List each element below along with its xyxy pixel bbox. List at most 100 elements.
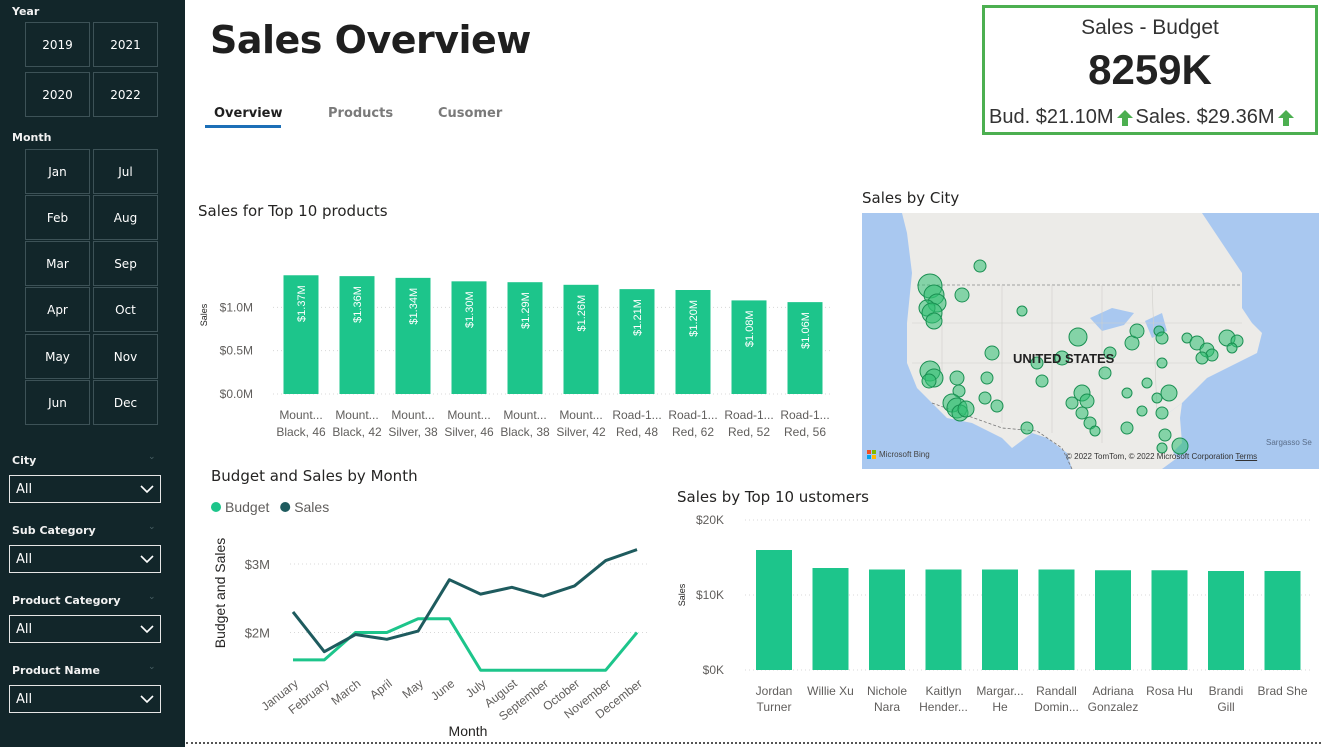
y-tick-label: $2M — [245, 625, 270, 640]
city-dropdown[interactable]: All — [9, 475, 161, 503]
map-point — [1158, 428, 1172, 442]
map-point — [1195, 351, 1209, 365]
map-copyright: © 2022 TomTom, © 2022 Microsoft Corporat… — [1066, 452, 1257, 461]
tab-products[interactable]: Products — [328, 106, 393, 121]
chevron-down-icon — [140, 692, 154, 706]
bar — [1264, 571, 1301, 670]
map-sea-label: Sargasso Se — [1266, 438, 1312, 447]
bar-data-label: $1.08M — [744, 310, 756, 347]
x-tick-label: June — [428, 676, 457, 703]
tab-overview[interactable]: Overview — [214, 106, 283, 121]
map-point — [1136, 405, 1148, 417]
map-point — [984, 345, 1000, 361]
map-point — [1121, 387, 1133, 399]
bar-data-label: $1.30M — [464, 291, 476, 328]
product-name-dropdown[interactable]: All — [9, 685, 161, 713]
product-name-dropdown-value: All — [16, 691, 33, 707]
year-2022-button[interactable]: 2022 — [93, 72, 158, 117]
x-tick-label: Randall — [1036, 684, 1077, 698]
kpi-budget: Bud. $21.10M — [989, 106, 1114, 128]
month-aug-button[interactable]: Aug — [93, 195, 158, 240]
kpi-comparison: Bud. $21.10M Sales. $29.36M — [989, 106, 1297, 129]
product-category-collapse-icon[interactable]: ⌄ — [148, 592, 156, 602]
sales-budget-kpi-card[interactable]: Sales - Budget 8259K Bud. $21.10M Sales.… — [982, 5, 1318, 135]
map-point — [1075, 406, 1089, 420]
page-title: Sales Overview — [210, 18, 531, 62]
bar-data-label: $1.06M — [800, 312, 812, 349]
report-page: Year 2019 2021 2020 2022 Month Jan Jul F… — [0, 0, 1321, 747]
x-tick-label: Mount... — [559, 408, 602, 422]
y-tick-label: $0.0M — [220, 387, 253, 401]
month-feb-button[interactable]: Feb — [25, 195, 90, 240]
x-tick-label: Mount... — [335, 408, 378, 422]
product-category-dropdown[interactable]: All — [9, 615, 161, 643]
bing-label: Microsoft Bing — [879, 450, 930, 459]
filter-sidebar: Year 2019 2021 2020 2022 Month Jan Jul F… — [0, 0, 185, 747]
x-tick-label: Red, 56 — [784, 425, 826, 439]
budget-sales-line-chart[interactable]: Budget Sales$2M$3MBudget and SalesJanuary… — [205, 495, 670, 743]
map-point — [925, 312, 943, 330]
map-point — [957, 400, 975, 418]
kpi-sales: Sales. $29.36M — [1135, 106, 1275, 128]
year-2019-button[interactable]: 2019 — [25, 22, 90, 67]
month-apr-button[interactable]: Apr — [25, 287, 90, 332]
map-point — [973, 259, 987, 273]
city-collapse-icon[interactable]: ⌄ — [148, 452, 156, 462]
month-jul-button[interactable]: Jul — [93, 149, 158, 194]
top-products-bar-chart[interactable]: $0.0M $0.5M $1.0M Sales $1.37M Mount... Black,… — [190, 225, 840, 445]
x-tick-label: Red, 52 — [728, 425, 770, 439]
active-tab-indicator — [205, 125, 281, 128]
bar-data-label: $1.29M — [520, 292, 532, 329]
x-tick-label: Silver, 38 — [388, 425, 438, 439]
x-tick-label: He — [992, 700, 1008, 714]
x-tick-label: Turner — [757, 700, 792, 714]
x-tick-label: Mount... — [391, 408, 434, 422]
month-sep-button[interactable]: Sep — [93, 241, 158, 286]
map-point — [1129, 323, 1145, 339]
chevron-down-icon — [140, 552, 154, 566]
tab-customer[interactable]: Cusomer — [438, 106, 502, 121]
month-may-button[interactable]: May — [25, 334, 90, 379]
map-point — [1156, 357, 1168, 369]
x-tick-label: May — [399, 676, 425, 701]
bing-logo: Microsoft Bing — [867, 450, 930, 459]
map-point — [949, 370, 965, 386]
microsoft-logo-icon — [867, 450, 876, 459]
x-tick-label: Rosa Hu — [1146, 684, 1193, 698]
bar-data-label: $1.21M — [632, 299, 644, 336]
year-2020-button[interactable]: 2020 — [25, 72, 90, 117]
chevron-down-icon — [140, 482, 154, 496]
map-point — [1120, 421, 1134, 435]
month-mar-button[interactable]: Mar — [25, 241, 90, 286]
x-tick-label: Black, 38 — [500, 425, 550, 439]
x-tick-label: Road-1... — [780, 408, 829, 422]
sales-by-city-map[interactable] — [862, 213, 1319, 469]
map-point — [954, 287, 970, 303]
x-tick-label: Mount... — [503, 408, 546, 422]
y-tick-label: $0.5M — [220, 344, 253, 358]
sub-category-collapse-icon[interactable]: ⌄ — [148, 522, 156, 532]
x-axis-label: Month — [449, 723, 488, 739]
y-tick-label: $1.0M — [220, 300, 253, 314]
product-name-collapse-icon[interactable]: ⌄ — [148, 662, 156, 672]
month-nov-button[interactable]: Nov — [93, 334, 158, 379]
map-terms-link[interactable]: Terms — [1235, 452, 1257, 461]
legend-marker — [280, 502, 291, 512]
year-2021-button[interactable]: 2021 — [93, 22, 158, 67]
map-copyright-text: © 2022 TomTom, © 2022 Microsoft Corporat… — [1066, 452, 1234, 461]
sub-category-dropdown[interactable]: All — [9, 545, 161, 573]
bar — [1151, 570, 1188, 670]
month-jan-button[interactable]: Jan — [25, 149, 90, 194]
product-name-filter-label: Product Name — [12, 664, 100, 677]
map-point — [1155, 331, 1169, 345]
sales-by-city-title: Sales by City — [862, 189, 960, 207]
top-customers-bar-chart[interactable]: $0K $10K $20K Sales Jordan Turner Willie Xu Nic… — [670, 510, 1318, 720]
x-tick-label: Silver, 42 — [556, 425, 606, 439]
bar-data-label: $1.26M — [576, 295, 588, 332]
month-jun-button[interactable]: Jun — [25, 380, 90, 425]
month-dec-button[interactable]: Dec — [93, 380, 158, 425]
y-tick-label: $10K — [696, 588, 724, 602]
month-oct-button[interactable]: Oct — [93, 287, 158, 332]
x-tick-label: Willie Xu — [807, 684, 854, 698]
x-tick-label: Gill — [1217, 700, 1234, 714]
